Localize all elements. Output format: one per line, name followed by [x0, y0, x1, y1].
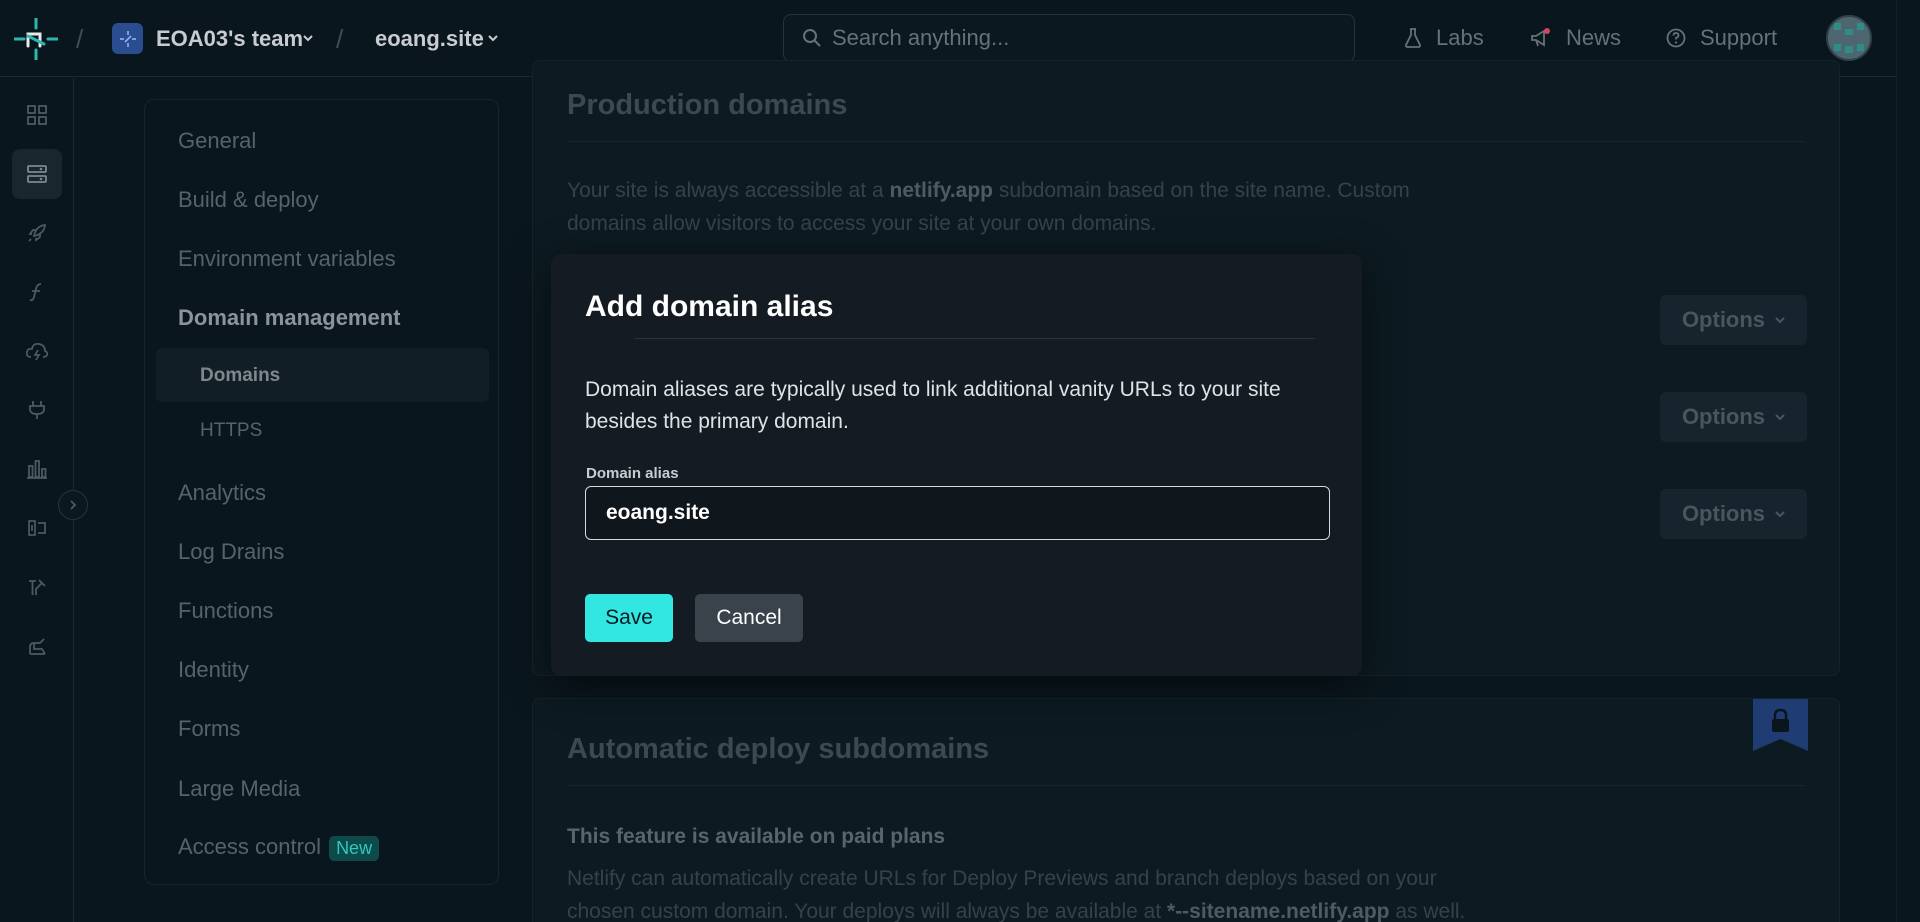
- card-divider: [567, 141, 1805, 142]
- rail-functions[interactable]: [12, 267, 62, 317]
- breadcrumb-separator: /: [336, 24, 344, 54]
- rail-sites[interactable]: [12, 149, 62, 199]
- modal-description: Domain aliases are typically used to lin…: [585, 378, 1281, 433]
- production-domains-title: Production domains: [567, 89, 848, 121]
- cloud-bolt-icon: [25, 343, 49, 361]
- support-label: Support: [1700, 25, 1778, 50]
- rail-forms[interactable]: [12, 503, 62, 553]
- auto-deploy-desc-post: as well.: [1389, 900, 1466, 922]
- options-label: Options: [1681, 404, 1766, 429]
- search-input[interactable]: [832, 15, 1332, 61]
- settings-nav-access-control-label: Access control: [178, 834, 322, 859]
- sites-icon: [27, 165, 47, 183]
- rail-integrations[interactable]: [12, 385, 62, 435]
- rail-builds[interactable]: [12, 562, 62, 612]
- domain-alias-input[interactable]: [585, 486, 1330, 540]
- labs-link[interactable]: Labs: [1404, 25, 1484, 51]
- scrollbar[interactable]: [1896, 0, 1920, 922]
- breadcrumb-separator: /: [76, 24, 84, 54]
- megaphone-icon: [1531, 28, 1550, 47]
- chevron-down-icon: [1775, 317, 1785, 324]
- cancel-button[interactable]: Cancel: [695, 594, 803, 642]
- card-divider: [567, 785, 1805, 786]
- help-circle-icon: [1666, 28, 1686, 48]
- save-button[interactable]: Save: [585, 594, 673, 642]
- production-domains-desc-pre: Your site is always accessible at a: [567, 179, 890, 202]
- domain-options-button[interactable]: Options: [1660, 489, 1807, 539]
- settings-nav-log-drains[interactable]: Log Drains: [178, 539, 284, 565]
- settings-nav-environment-variables[interactable]: Environment variables: [178, 246, 396, 272]
- settings-nav-https[interactable]: HTTPS: [200, 420, 262, 442]
- rail-deploys[interactable]: [12, 208, 62, 258]
- production-domains-description: Your site is always accessible at a netl…: [567, 174, 1467, 240]
- domain-options-button[interactable]: Options: [1660, 392, 1807, 442]
- news-link[interactable]: News: [1530, 25, 1621, 51]
- domain-alias-label: Domain alias: [586, 465, 679, 482]
- rail-expand-toggle[interactable]: [58, 490, 88, 520]
- rail-team[interactable]: [12, 621, 62, 671]
- netlify-app-text: netlify.app: [889, 179, 993, 202]
- domain-options-button[interactable]: Options: [1660, 295, 1807, 345]
- team-avatar[interactable]: [112, 23, 143, 54]
- rocket-icon: [28, 224, 46, 242]
- search-icon: [803, 29, 821, 47]
- functions-icon: [29, 283, 42, 302]
- team-icon: [29, 638, 46, 655]
- rail-analytics[interactable]: [12, 444, 62, 494]
- settings-nav-domains[interactable]: Domains: [200, 365, 280, 387]
- modal-title: Add domain alias: [585, 290, 834, 323]
- modal-divider: [635, 338, 1315, 339]
- site-name[interactable]: eoang.site: [375, 26, 484, 52]
- auto-deploy-title: Automatic deploy subdomains: [567, 733, 990, 765]
- settings-nav-build-deploy[interactable]: Build & deploy: [178, 187, 319, 213]
- flask-icon: [1405, 28, 1421, 48]
- labs-label: Labs: [1436, 25, 1484, 50]
- rail-team-overview[interactable]: [12, 90, 62, 140]
- tools-icon: [29, 579, 46, 595]
- options-label: Options: [1681, 501, 1766, 526]
- settings-nav-analytics[interactable]: Analytics: [178, 480, 266, 506]
- chevron-down-icon[interactable]: [488, 33, 498, 43]
- settings-nav-identity[interactable]: Identity: [178, 657, 249, 683]
- plug-icon: [29, 401, 45, 419]
- news-label: News: [1566, 25, 1622, 50]
- forms-icon: [28, 520, 46, 536]
- auto-deploy-subdomains-card: Automatic deploy subdomains This feature…: [532, 698, 1840, 922]
- bar-chart-icon: [27, 460, 47, 479]
- sitename-url-text: *--sitename.netlify.app: [1167, 900, 1390, 922]
- settings-nav-forms[interactable]: Forms: [178, 716, 240, 742]
- chevron-down-icon[interactable]: [303, 33, 313, 43]
- support-link[interactable]: Support: [1666, 25, 1777, 51]
- avatar-pattern-icon: [1834, 23, 1864, 53]
- chevron-down-icon: [1775, 414, 1785, 421]
- settings-nav-large-media[interactable]: Large Media: [178, 776, 300, 802]
- search-box[interactable]: [783, 14, 1355, 62]
- settings-nav-general[interactable]: General: [178, 128, 256, 154]
- options-label: Options: [1681, 307, 1766, 332]
- settings-nav-access-control[interactable]: Access control New: [178, 834, 380, 861]
- add-domain-alias-modal: Add domain alias Domain aliases are typi…: [551, 254, 1362, 676]
- settings-nav: General Build & deploy Environment varia…: [144, 99, 499, 885]
- team-name[interactable]: EOA03's team: [156, 26, 303, 52]
- chevron-down-icon: [1775, 511, 1785, 518]
- dashboard-icon: [27, 105, 47, 125]
- team-logo-icon: [119, 30, 136, 47]
- new-badge: New: [329, 836, 380, 861]
- paid-plan-notice: This feature is available on paid plans: [567, 825, 946, 848]
- user-avatar[interactable]: [1826, 15, 1872, 61]
- settings-nav-domain-management[interactable]: Domain management: [178, 305, 401, 331]
- lock-ribbon-icon: [1753, 699, 1808, 751]
- rail-edge-functions[interactable]: [12, 326, 62, 376]
- settings-nav-functions[interactable]: Functions: [178, 598, 273, 624]
- auto-deploy-description: Netlify can automatically create URLs fo…: [567, 862, 1507, 922]
- netlify-logo-icon[interactable]: [14, 18, 58, 60]
- chevron-right-icon: [70, 500, 77, 510]
